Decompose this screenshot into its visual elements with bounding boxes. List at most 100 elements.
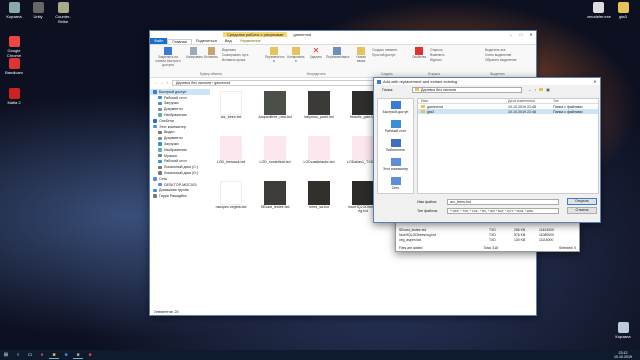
- forward-icon[interactable]: →: [160, 80, 164, 85]
- tab-view[interactable]: Вид: [221, 39, 236, 43]
- folder-icon: [421, 109, 425, 113]
- clock[interactable]: 23:12 10.10.2019: [614, 351, 640, 359]
- rename-button[interactable]: Переименовать: [326, 47, 349, 59]
- file-item[interactable]: nscspec.vegeta.txd: [212, 181, 250, 209]
- file-item[interactable]: balyreus_parkt.txd: [300, 91, 338, 119]
- task-view-icon[interactable]: ▭: [25, 351, 35, 359]
- new-folder-button[interactable]: Новая папка: [354, 47, 368, 63]
- folder-up-icon[interactable]: ↑: [535, 88, 537, 92]
- cancel-button[interactable]: Отмена: [567, 207, 597, 214]
- filetype-select[interactable]: "*.DFF, *.TXD, *.COL, *.IPL, *.IFP, *.DA…: [447, 207, 559, 214]
- nav-item-icon: [158, 165, 162, 169]
- open-button[interactable]: Открыть: [567, 198, 597, 205]
- paste-link-button[interactable]: Вставить ярлык: [222, 58, 248, 63]
- move-to-button[interactable]: Переместить в: [265, 47, 285, 63]
- easy-access-button[interactable]: Простой доступ: [372, 53, 397, 58]
- place-item[interactable]: Быстрый доступ: [378, 99, 413, 118]
- app-icon: [8, 36, 20, 47]
- maximize-button[interactable]: □: [516, 32, 526, 37]
- copy-to-button[interactable]: Копировать в: [287, 47, 305, 63]
- chrome-taskbar-icon[interactable]: ●: [37, 351, 47, 359]
- paste-button[interactable]: Вставить: [204, 47, 218, 59]
- trash-icon: [617, 322, 629, 333]
- col-name[interactable]: Имя: [418, 99, 508, 103]
- view-menu-icon[interactable]: ▦: [546, 88, 549, 92]
- dialog-close-button[interactable]: ✕: [590, 79, 600, 84]
- close-button[interactable]: ✕: [526, 32, 536, 37]
- pin-button[interactable]: Закрепить на панели быстрого доступа: [154, 47, 182, 67]
- delete-button[interactable]: ✕ Удалить: [309, 46, 323, 60]
- history-button[interactable]: Журнал: [430, 58, 444, 63]
- breadcrumb-2[interactable]: gamemod: [214, 81, 230, 85]
- ribbon: Закрепить на панели быстрого доступа Коп…: [150, 44, 536, 78]
- up-icon[interactable]: ↑: [166, 80, 168, 85]
- nav-back-icon[interactable]: ←: [528, 88, 532, 92]
- tab-manage[interactable]: Управление: [236, 39, 265, 43]
- desktop-icon-gta3[interactable]: gta3: [612, 2, 634, 19]
- navigation-pane: Быстрый доступ Рабочий стол Загрузки Докуме…: [150, 89, 210, 307]
- place-icon: [390, 177, 401, 185]
- file-row[interactable]: gamemod 10.10.2019 22:48 Папка с файлами: [418, 104, 598, 109]
- back-icon[interactable]: ←: [154, 80, 158, 85]
- tab-home[interactable]: Главная: [167, 38, 192, 44]
- place-item[interactable]: Сеть: [378, 175, 413, 194]
- nav-item-icon: [158, 136, 162, 141]
- file-thumbnail: [352, 91, 374, 115]
- place-item[interactable]: Библиотеки: [378, 137, 413, 156]
- desktop-icon[interactable]: Mafia 2: [3, 88, 25, 105]
- file-item[interactable]: trees_sa.txd: [300, 181, 338, 209]
- new-folder-icon[interactable]: [539, 88, 544, 91]
- app-taskbar-icon[interactable]: ■: [85, 351, 95, 359]
- desktop-icon[interactable]: Counter-Strike: [52, 2, 74, 24]
- store-icon[interactable]: ■: [61, 351, 71, 359]
- col-date[interactable]: Дата изменения: [508, 99, 553, 103]
- place-item[interactable]: Этот компьютер: [378, 156, 413, 175]
- file-thumbnail: [308, 136, 330, 160]
- imgtool-row[interactable]: hsorHQLODtreesvcg.txd TXD 576 KB 11080000: [396, 232, 579, 237]
- nav-item-icon: [158, 107, 162, 112]
- col-type[interactable]: Тип: [553, 99, 559, 103]
- nav-item-icon: [153, 90, 157, 94]
- properties-button[interactable]: Свойства: [412, 47, 426, 59]
- imgtool-row[interactable]: veg_aspen.txd TXD 130 KB 11116000: [396, 237, 579, 242]
- invert-selection-button[interactable]: Обратить выделение: [485, 58, 516, 63]
- group-clipboard: Буфер обмена: [200, 72, 222, 76]
- dialog-titlebar[interactable]: Add with replacement and extract existin…: [374, 78, 600, 85]
- recycle-bin-icon[interactable]: Корзина: [612, 322, 634, 339]
- desktop-icon-zmodeler[interactable]: zmodeler.exe: [587, 2, 611, 19]
- copy-button[interactable]: Копировать: [186, 47, 203, 59]
- minimize-button[interactable]: –: [506, 32, 516, 37]
- ribbon-context-label: Средства работы с рисунками: [223, 32, 288, 37]
- delete-icon: ✕: [312, 46, 320, 55]
- file-thumbnail: [264, 136, 286, 160]
- file-item[interactable]: LOD_huntetleaf.txd: [256, 136, 294, 164]
- search-icon[interactable]: ○: [13, 351, 23, 359]
- status-bar: Элементов: 25: [154, 310, 179, 314]
- explorer-taskbar-icon[interactable]: ■: [49, 351, 59, 359]
- desktop-icon[interactable]: Google Chrome: [3, 36, 25, 58]
- nav-item-icon: [158, 113, 162, 117]
- filename-input[interactable]: arz_trees.txd: [447, 198, 559, 205]
- imgtool-taskbar-icon[interactable]: ■: [73, 351, 83, 359]
- places-bar: Быстрый доступ Рабочий стол Библиотеки Этот…: [377, 98, 414, 194]
- file-item[interactable]: LOD_firestack.txd: [212, 136, 250, 164]
- dialog-title: Add with replacement and extract existin…: [383, 79, 458, 84]
- group-open: Открыть: [427, 72, 441, 76]
- explorer-titlebar[interactable]: Средства работы с рисунками gamemod – □ ✕: [150, 31, 536, 38]
- imgtool-row[interactable]: SEcast_lestee.txd TXD 256 KB 11424000: [396, 227, 579, 232]
- desktop-icon[interactable]: Unity: [27, 2, 49, 19]
- desktop-icon[interactable]: Корзина: [3, 2, 25, 19]
- rename-icon: [333, 47, 341, 55]
- file-row[interactable]: gta3 10.10.2019 22:48 Папка с файлами: [418, 109, 598, 114]
- nav-item[interactable]: Гарри Рашидбек: [150, 193, 210, 199]
- file-item[interactable]: arz_trees.txd: [212, 91, 250, 119]
- place-item[interactable]: Рабочий стол: [378, 118, 413, 137]
- breadcrumb-1[interactable]: Деревья без листьев: [176, 81, 211, 85]
- file-item[interactable]: SEcast_lestee.txd: [256, 181, 294, 209]
- desktop-icon[interactable]: Bandicam: [3, 58, 25, 75]
- folder-select[interactable]: Деревья без листьев: [412, 86, 522, 93]
- file-item[interactable]: LODcastletastic.txd: [300, 136, 338, 164]
- file-item[interactable]: Acqueditree_new.txd: [256, 91, 294, 119]
- tab-share[interactable]: Поделиться: [192, 39, 221, 43]
- start-button[interactable]: ⊞: [1, 351, 11, 359]
